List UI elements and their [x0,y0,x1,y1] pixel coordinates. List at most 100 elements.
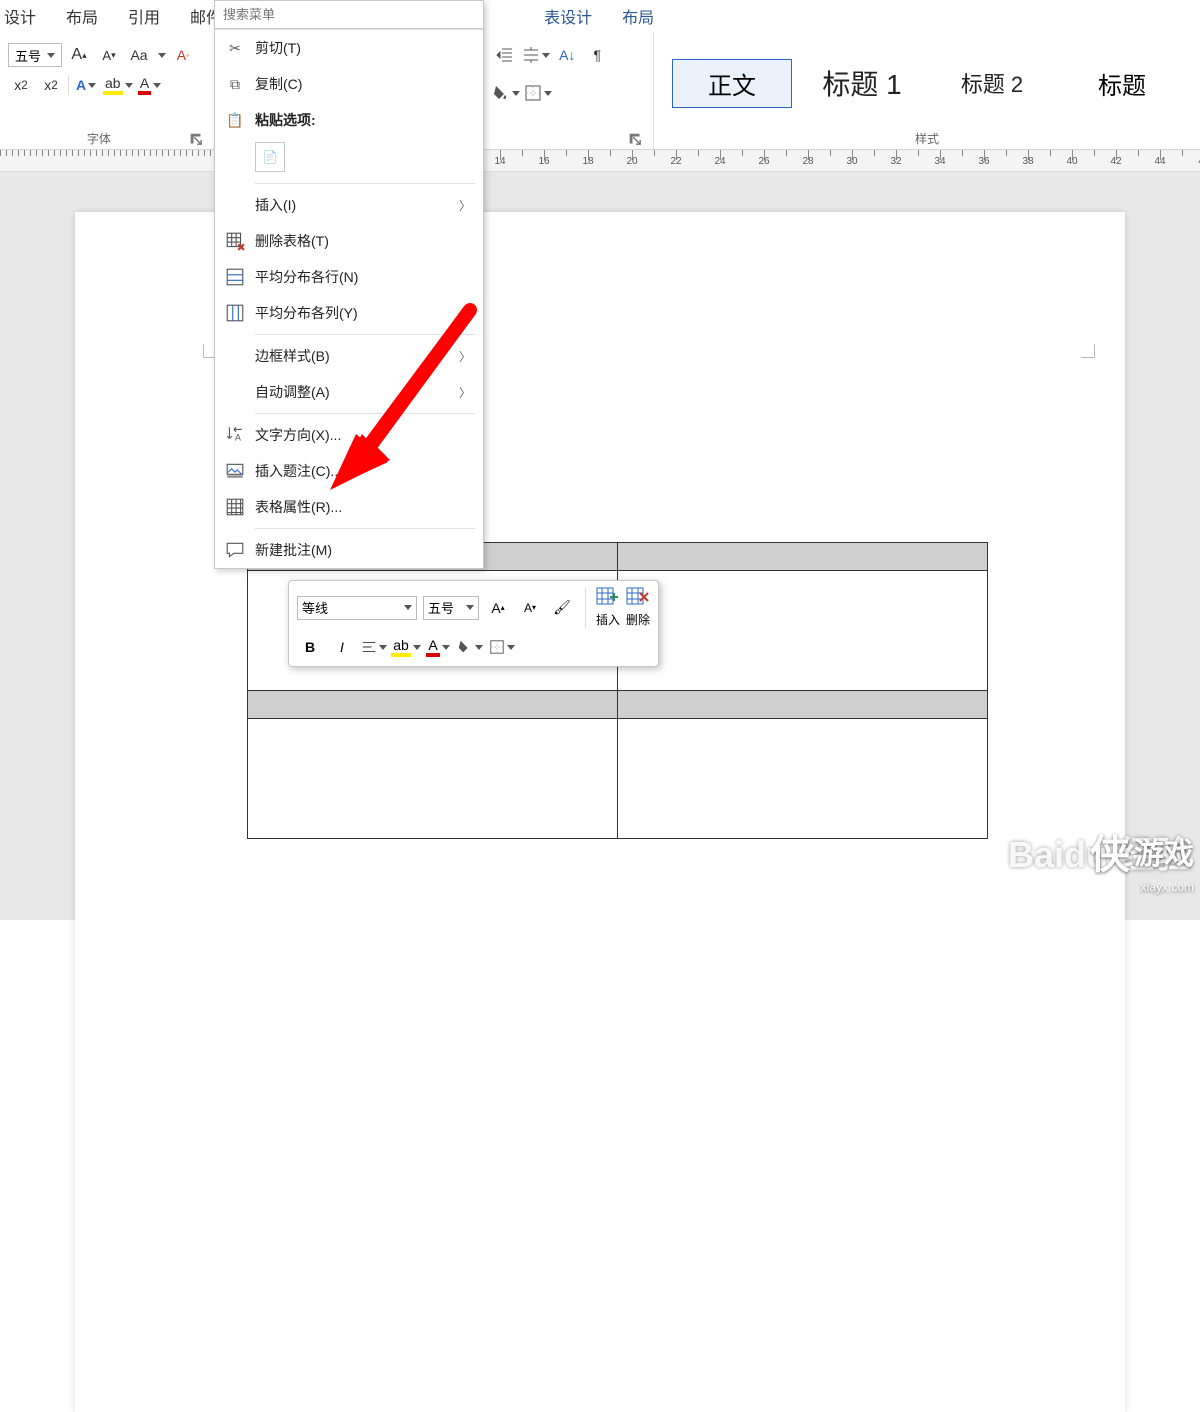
group-font: 五号 A▴ A▾ Aa A◦ x2 x2 A ab A 字体 [0,32,215,149]
menu-border-style[interactable]: 边框样式(B) 〉 [215,338,483,374]
margin-mark-icon [1077,340,1095,358]
mini-toolbar: 等线 五号 A▴ A▾ 🖌 插入 删除 B I ab A [288,580,659,667]
menu-copy[interactable]: ⧉ 复制(C) [215,66,483,102]
mini-italic[interactable]: I [329,634,355,660]
mini-size-select[interactable]: 五号 [423,596,479,620]
highlight-button[interactable]: ab [103,72,133,98]
indent-decrease-button[interactable] [492,42,518,68]
style-normal[interactable]: 正文 [672,59,792,108]
ruler-number: 24 [714,156,725,167]
mini-format-painter[interactable]: 🖌 [549,595,575,621]
menu-insert[interactable]: 插入(I) 〉 [215,187,483,223]
menu-distribute-rows[interactable]: 平均分布各行(N) [215,259,483,295]
mini-btn-label: 插入 [596,611,620,628]
menu-delete-table[interactable]: 删除表格(T) [215,223,483,259]
ruler[interactable]: /* no-op placeholder */ 1416182022242628… [0,150,1200,172]
menu-new-comment[interactable]: 新建批注(M) [215,532,483,568]
show-marks-button[interactable]: ¶ [584,42,610,68]
tab-layout[interactable]: 布局 [62,0,102,32]
menu-search[interactable] [215,1,483,30]
mini-align[interactable] [361,634,387,660]
menu-item-label: 边框样式(B) [255,346,330,366]
copy-icon: ⧉ [225,74,245,94]
menu-item-label: 剪切(T) [255,38,301,58]
font-size-select[interactable]: 五号 [8,43,62,67]
group-paragraph: A↓ ¶ [484,32,654,149]
change-case-button[interactable]: Aa [126,42,152,68]
align-distribute-button[interactable] [522,42,550,68]
grow-font-button[interactable]: A▴ [66,42,92,68]
paste-option-keep-source[interactable]: 📄 [255,142,285,172]
clear-formatting-button[interactable]: A◦ [170,42,196,68]
ruler-number: 38 [1022,156,1033,167]
table-row[interactable] [248,719,988,839]
ruler-number: 30 [846,156,857,167]
borders-button[interactable] [524,80,552,106]
menu-item-label: 粘贴选项: [255,110,316,130]
ruler-number: 20 [626,156,637,167]
format-painter-icon: 🖌 [553,599,571,616]
menu-text-direction[interactable]: A 文字方向(X)... [215,417,483,453]
font-color-button[interactable]: A [137,72,163,98]
group-styles: 正文 标题 1 标题 2 标题 样式 [654,32,1200,149]
mini-font-select[interactable]: 等线 [297,596,417,620]
menu-distribute-cols[interactable]: 平均分布各列(Y) [215,295,483,331]
mini-shrink-font[interactable]: A▾ [517,595,543,621]
ruler-number: 32 [890,156,901,167]
ruler-number: 28 [802,156,813,167]
paste-keep-icon: 📄 [263,150,278,164]
shading-button[interactable] [492,80,520,106]
sort-button[interactable]: A↓ [554,42,580,68]
mini-bold[interactable]: B [297,634,323,660]
table-delete-icon [626,587,650,609]
svg-text:A: A [235,433,241,443]
tab-design[interactable]: 设计 [0,0,40,32]
menu-item-label: 平均分布各行(N) [255,267,358,287]
mini-grow-font[interactable]: A▴ [485,595,511,621]
style-heading1[interactable]: 标题 1 [802,56,922,110]
menu-autofit[interactable]: 自动调整(A) 〉 [215,374,483,410]
ruler-number: 18 [582,156,593,167]
distribute-rows-icon [225,267,245,287]
tab-references[interactable]: 引用 [124,0,164,32]
menu-item-label: 文字方向(X)... [255,425,341,445]
ruler-number: 42 [1110,156,1121,167]
watermark-xiayx: 侠游戏 xiayx.com [1090,822,1194,894]
mini-borders[interactable] [489,634,515,660]
menu-item-label: 插入(I) [255,195,296,215]
group-label-styles: 样式 [662,128,1192,147]
menu-item-label: 平均分布各列(Y) [255,303,358,323]
mini-highlight[interactable]: ab [393,634,419,660]
ruler-number: 40 [1066,156,1077,167]
table-properties-icon [225,497,245,517]
ruler-number: 44 [1154,156,1165,167]
mini-shading[interactable] [457,634,483,660]
distribute-cols-icon [225,303,245,323]
menu-search-input[interactable] [215,1,483,29]
font-dialog-launcher-icon[interactable] [190,133,204,147]
text-effects-button[interactable]: A [73,72,99,98]
menu-item-label: 插入题注(C)... [255,461,342,481]
mini-font-color[interactable]: A [425,634,451,660]
table-delete-icon [225,231,245,251]
tab-table-design[interactable]: 表设计 [540,0,596,32]
chevron-right-icon: 〉 [459,348,471,365]
menu-insert-caption[interactable]: 插入题注(C)... [215,453,483,489]
subscript-button[interactable]: x2 [8,72,34,98]
menu-cut[interactable]: ✂ 剪切(T) [215,30,483,66]
tab-table-layout[interactable]: 布局 [618,0,658,32]
ruler-number: 22 [670,156,681,167]
superscript-button[interactable]: x2 [38,72,64,98]
ribbon-tabs: 设计 布局 引用 邮件 表设计 布局 [0,0,1200,32]
style-heading[interactable]: 标题 [1062,59,1182,108]
table-row[interactable] [248,691,988,719]
menu-table-properties[interactable]: 表格属性(R)... [215,489,483,525]
mini-delete-button[interactable]: 删除 [626,587,650,628]
caption-icon [225,461,245,481]
table-insert-icon [596,587,620,609]
paragraph-dialog-launcher-icon[interactable] [629,133,643,147]
menu-item-label: 删除表格(T) [255,231,329,251]
mini-insert-button[interactable]: 插入 [596,587,620,628]
style-heading2[interactable]: 标题 2 [932,60,1052,106]
shrink-font-button[interactable]: A▾ [96,42,122,68]
